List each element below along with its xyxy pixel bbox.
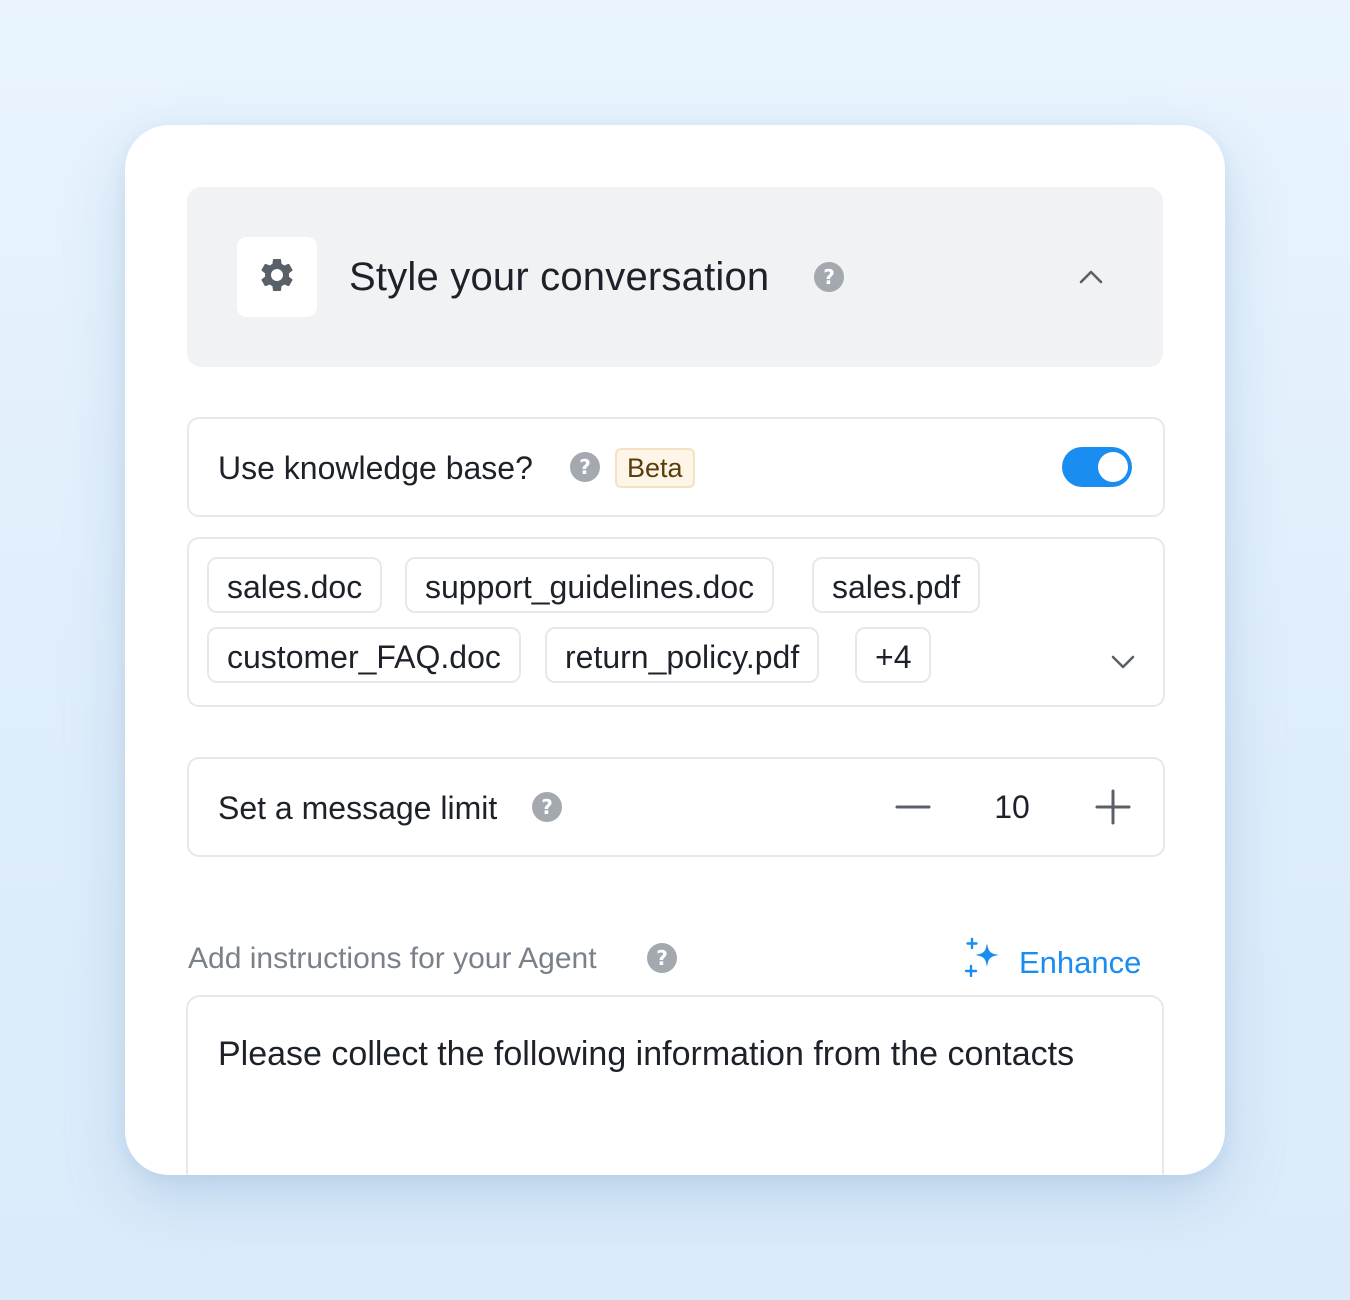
file-chip[interactable]: support_guidelines.doc bbox=[405, 557, 775, 613]
message-limit-value[interactable]: 10 bbox=[969, 787, 1055, 827]
beta-badge: Beta bbox=[615, 448, 695, 488]
settings-card: Style your conversation ? Use knowledge … bbox=[125, 125, 1225, 1175]
file-chip[interactable]: return_policy.pdf bbox=[545, 627, 820, 683]
message-limit-label: Set a message limit bbox=[218, 790, 498, 826]
enhance-label: Enhance bbox=[1019, 945, 1142, 980]
increment-button[interactable] bbox=[1091, 785, 1135, 829]
chevron-down-icon[interactable] bbox=[1109, 647, 1137, 680]
section-header-style-conversation[interactable]: Style your conversation ? bbox=[187, 187, 1163, 367]
toggle-knob bbox=[1098, 452, 1128, 482]
decrement-button[interactable] bbox=[891, 785, 935, 829]
chevron-up-icon[interactable] bbox=[1077, 263, 1105, 296]
file-chip[interactable]: sales.pdf bbox=[812, 557, 981, 613]
help-icon[interactable]: ? bbox=[570, 452, 600, 482]
help-icon[interactable]: ? bbox=[814, 262, 844, 292]
minus-icon bbox=[895, 805, 931, 809]
section-title: Style your conversation bbox=[349, 255, 770, 299]
instructions-label: Add instructions for your Agent bbox=[188, 942, 597, 975]
knowledge-base-toggle[interactable] bbox=[1062, 447, 1132, 487]
sparkle-icon bbox=[963, 937, 1005, 989]
help-icon[interactable]: ? bbox=[532, 792, 562, 822]
knowledge-base-label: Use knowledge base? bbox=[218, 450, 533, 486]
enhance-button[interactable]: Enhance bbox=[963, 937, 1141, 989]
help-icon[interactable]: ? bbox=[647, 943, 677, 973]
knowledge-base-row: Use knowledge base? ? Beta bbox=[187, 417, 1165, 517]
instructions-text: Please collect the following information… bbox=[218, 1035, 1075, 1073]
message-limit-row: Set a message limit ? 10 bbox=[187, 757, 1165, 857]
more-files-chip[interactable]: +4 bbox=[855, 627, 932, 683]
knowledge-files-select[interactable]: sales.doc support_guidelines.doc sales.p… bbox=[187, 537, 1165, 707]
gear-icon-box bbox=[237, 237, 317, 317]
file-chip[interactable]: customer_FAQ.doc bbox=[207, 627, 521, 683]
plus-icon bbox=[1095, 789, 1131, 825]
file-chip[interactable]: sales.doc bbox=[207, 557, 383, 613]
instructions-textarea[interactable]: Please collect the following information… bbox=[186, 995, 1164, 1175]
gear-icon bbox=[257, 255, 297, 300]
